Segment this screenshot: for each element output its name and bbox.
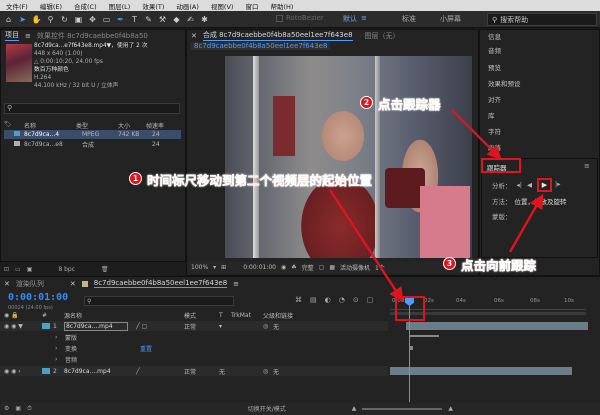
- annotation-badge: 2: [360, 96, 373, 109]
- arrow-to-playhead: [328, 189, 404, 303]
- annotation-badge: 3: [443, 257, 456, 270]
- annotation-text: 点击向前跟踪: [461, 258, 537, 273]
- annotation-arrows: [328, 109, 544, 303]
- annotation-text: 时间标尺移动到第二个视频层的起始位置: [147, 173, 373, 188]
- annotation-badge: 1: [129, 172, 142, 185]
- arrow-to-forward: [508, 193, 544, 253]
- annotation-text: 点击跟踪器: [378, 97, 441, 112]
- arrow-to-tracker: [451, 109, 502, 160]
